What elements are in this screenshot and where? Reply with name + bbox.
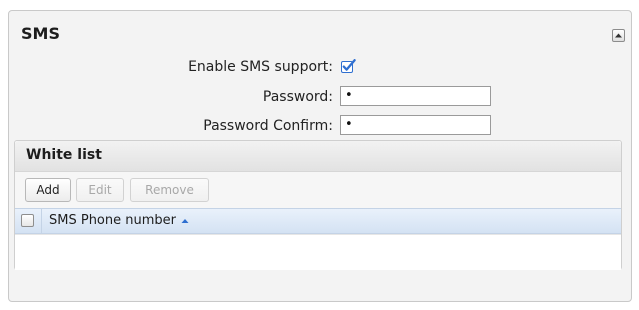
- column-header-label: SMS Phone number: [49, 213, 176, 228]
- collapse-button[interactable]: [612, 29, 625, 42]
- grid-header: SMS Phone number: [15, 208, 621, 234]
- whitelist-panel: White list Add Edit Remove SMS Phone num…: [14, 140, 622, 270]
- enable-sms-row: Enable SMS support:: [9, 56, 631, 78]
- select-all-cell: [15, 209, 42, 233]
- remove-button[interactable]: Remove: [130, 178, 209, 202]
- password-field[interactable]: •: [340, 86, 491, 106]
- password-confirm-row: Password Confirm: •: [9, 115, 631, 137]
- password-label: Password:: [262, 89, 333, 105]
- add-button[interactable]: Add: [25, 178, 71, 202]
- edit-button[interactable]: Edit: [76, 178, 124, 202]
- password-row: Password: •: [9, 86, 631, 108]
- checkbox-checked-icon: [341, 59, 356, 73]
- sort-ascending-icon: [181, 213, 189, 228]
- enable-sms-label: Enable SMS support:: [188, 59, 333, 75]
- panel-title: SMS: [21, 24, 60, 43]
- password-confirm-label: Password Confirm:: [203, 118, 333, 134]
- whitelist-header: White list: [15, 141, 621, 172]
- whitelist-title: White list: [26, 147, 102, 163]
- whitelist-toolbar: Add Edit Remove: [15, 172, 621, 208]
- collapse-up-icon: [615, 33, 622, 38]
- password-confirm-field[interactable]: •: [340, 115, 491, 135]
- grid-body: [15, 234, 621, 270]
- column-header-phone[interactable]: SMS Phone number: [49, 213, 189, 228]
- select-all-checkbox[interactable]: [21, 214, 34, 227]
- enable-sms-checkbox[interactable]: [341, 59, 356, 74]
